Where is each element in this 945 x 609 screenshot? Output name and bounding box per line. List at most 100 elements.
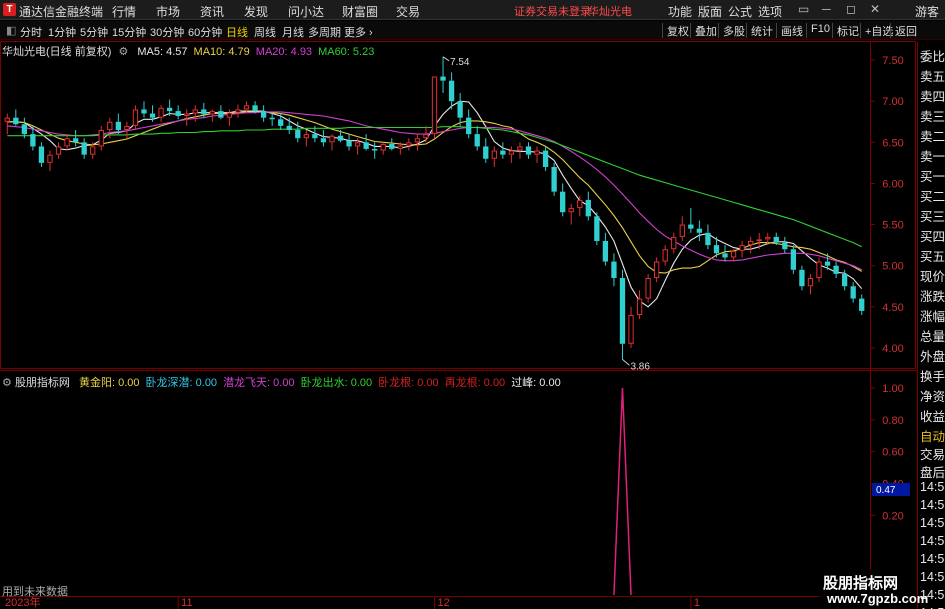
candle <box>55 142 62 159</box>
menu-hangqing[interactable]: 行情 <box>112 3 136 20</box>
side-panel-label[interactable]: 涨幅 <box>920 306 945 325</box>
sub-tick-label: 0.20 <box>882 510 903 522</box>
indicator-title[interactable]: 股朋指标网 <box>15 377 70 389</box>
btn-diejia[interactable]: 叠加 <box>690 23 717 38</box>
menu-gongneng[interactable]: 功能 <box>668 3 692 20</box>
side-panel-label[interactable]: 盘后 <box>920 462 945 481</box>
trade-login-warning[interactable]: 证券交易未登录 <box>514 3 591 19</box>
btn-f10[interactable]: F10 <box>806 23 830 38</box>
candle <box>72 129 79 147</box>
candle <box>440 56 446 93</box>
sub-settings-icon[interactable]: ⚙ <box>2 377 12 389</box>
period-5min[interactable]: 5分钟 <box>80 24 108 40</box>
candle <box>525 142 532 159</box>
period-weekly[interactable]: 周线 <box>254 24 276 40</box>
period-1min[interactable]: 1分钟 <box>48 24 76 40</box>
period-30min[interactable]: 30分钟 <box>150 24 184 40</box>
period-60min[interactable]: 60分钟 <box>188 24 222 40</box>
period-fenshi[interactable]: 分时 <box>20 24 42 40</box>
menu-jiaoyi[interactable]: 交易 <box>396 3 420 20</box>
side-panel-label[interactable]: 卖二 <box>920 126 945 145</box>
candle <box>320 129 327 147</box>
menu-shichang[interactable]: 市场 <box>156 3 180 20</box>
guest-label[interactable]: 游客 <box>915 3 939 20</box>
btn-duogu[interactable]: 多股 <box>718 23 745 38</box>
period-15min[interactable]: 15分钟 <box>112 24 146 40</box>
menu-banmian[interactable]: 版面 <box>698 3 722 20</box>
btn-tongji[interactable]: 统计 <box>746 23 773 38</box>
side-panel-label[interactable]: 14:56 <box>920 516 945 530</box>
candle <box>508 146 515 163</box>
ma-legend-item: MA10: 4.79 <box>193 46 250 58</box>
side-panel-label[interactable]: 买三 <box>920 206 945 225</box>
panel-toggle-icon[interactable]: ◧ <box>6 24 16 37</box>
side-panel-label[interactable]: 交易 <box>920 444 945 463</box>
main-chart-title[interactable]: 华灿光电(日线 前复权) <box>2 46 111 58</box>
candle <box>730 249 737 262</box>
candle <box>431 76 438 139</box>
side-panel-label[interactable]: 卖五 <box>920 66 945 85</box>
settings-gear-icon[interactable]: ⚙ <box>118 46 128 58</box>
candle <box>619 269 626 360</box>
candle <box>859 294 865 316</box>
period-multi[interactable]: 多周期 <box>308 24 341 40</box>
side-panel-label[interactable]: 现价 <box>920 266 945 285</box>
period-daily[interactable]: 日线 <box>226 24 248 40</box>
btn-fuquan[interactable]: 复权 <box>662 23 689 38</box>
side-panel-label[interactable]: 14:56 <box>920 498 945 512</box>
side-panel-label[interactable]: 14:56 <box>920 570 945 584</box>
maximize-icon[interactable]: ◻ <box>846 2 856 16</box>
side-panel-label[interactable]: 买一 <box>920 166 945 185</box>
candle <box>491 146 497 167</box>
current-stock-name: 华灿光电 <box>588 6 632 18</box>
menu-xuanxiang[interactable]: 选项 <box>758 3 782 20</box>
side-panel-label[interactable]: 卖四 <box>920 86 945 105</box>
sub-tick-label: 0.60 <box>882 447 903 459</box>
date-axis: 2023年11121234 <box>5 595 700 609</box>
side-panel-label[interactable]: 外盘 <box>920 346 945 365</box>
side-panel-label[interactable]: 14:56 <box>920 480 945 494</box>
candle <box>64 134 70 151</box>
btn-fanhui[interactable]: 返回 <box>890 23 917 38</box>
menu-caifuquan[interactable]: 财富圈 <box>342 3 378 20</box>
side-panel-label[interactable]: 买四 <box>920 226 945 245</box>
side-panel-label[interactable]: 总量 <box>920 326 945 345</box>
watermark: 股朋指标网 www.7gpzb.com <box>819 570 928 609</box>
period-monthly[interactable]: 月线 <box>282 24 304 40</box>
side-panel-label[interactable]: 14:56 <box>920 552 945 566</box>
menu-gongshi[interactable]: 公式 <box>728 3 752 20</box>
btn-zixuan[interactable]: +自选 <box>860 23 893 38</box>
btn-huaxian[interactable]: 画线 <box>776 23 803 38</box>
candle <box>662 245 668 266</box>
side-panel-label[interactable]: 涨跌 <box>920 286 945 305</box>
kline-chart-area[interactable]: 7.50 7.00 6.50 6.00 5.50 5.00 4.50 4.00 1.00 0.8… <box>0 40 917 609</box>
menu-zixun[interactable]: 资讯 <box>200 3 224 20</box>
menu-wenxiaoda[interactable]: 问小达 <box>288 3 324 20</box>
side-panel-label[interactable]: 14:56 <box>920 534 945 548</box>
side-panel-label[interactable]: 换手 <box>920 366 945 385</box>
side-panel-label[interactable]: 卖一 <box>920 146 945 165</box>
candle <box>568 204 574 225</box>
candle <box>466 109 472 139</box>
sub-value-ticks: 1.000.800.600.400.20 <box>871 383 904 522</box>
candle <box>696 220 703 242</box>
side-panel-label[interactable]: 净资 <box>920 386 945 405</box>
restore-layout-icon[interactable]: ▭ <box>798 2 809 16</box>
btn-biaoji[interactable]: 标记 <box>832 23 859 38</box>
candle <box>235 104 241 118</box>
price-tick-label: 7.00 <box>882 96 903 108</box>
main-chart-frame <box>0 41 916 369</box>
side-panel-label[interactable]: 自动 <box>920 426 945 445</box>
candle <box>833 261 839 279</box>
side-panel-label[interactable]: 委比 <box>920 46 945 65</box>
minimize-icon[interactable]: ─ <box>822 2 831 16</box>
menu-faxian[interactable]: 发现 <box>244 3 268 20</box>
period-toolbar: ◧ 分时 1分钟 5分钟 15分钟 30分钟 60分钟 日线 周线 月线 多周期… <box>0 21 945 40</box>
close-icon[interactable]: ✕ <box>870 2 880 16</box>
period-more[interactable]: 更多 › <box>344 24 373 40</box>
side-panel-label[interactable]: 买五 <box>920 246 945 265</box>
side-panel-label[interactable]: 买二 <box>920 186 945 205</box>
candle <box>448 72 455 110</box>
side-panel-label[interactable]: 收益 <box>920 406 945 425</box>
side-panel-label[interactable]: 卖三 <box>920 106 945 125</box>
